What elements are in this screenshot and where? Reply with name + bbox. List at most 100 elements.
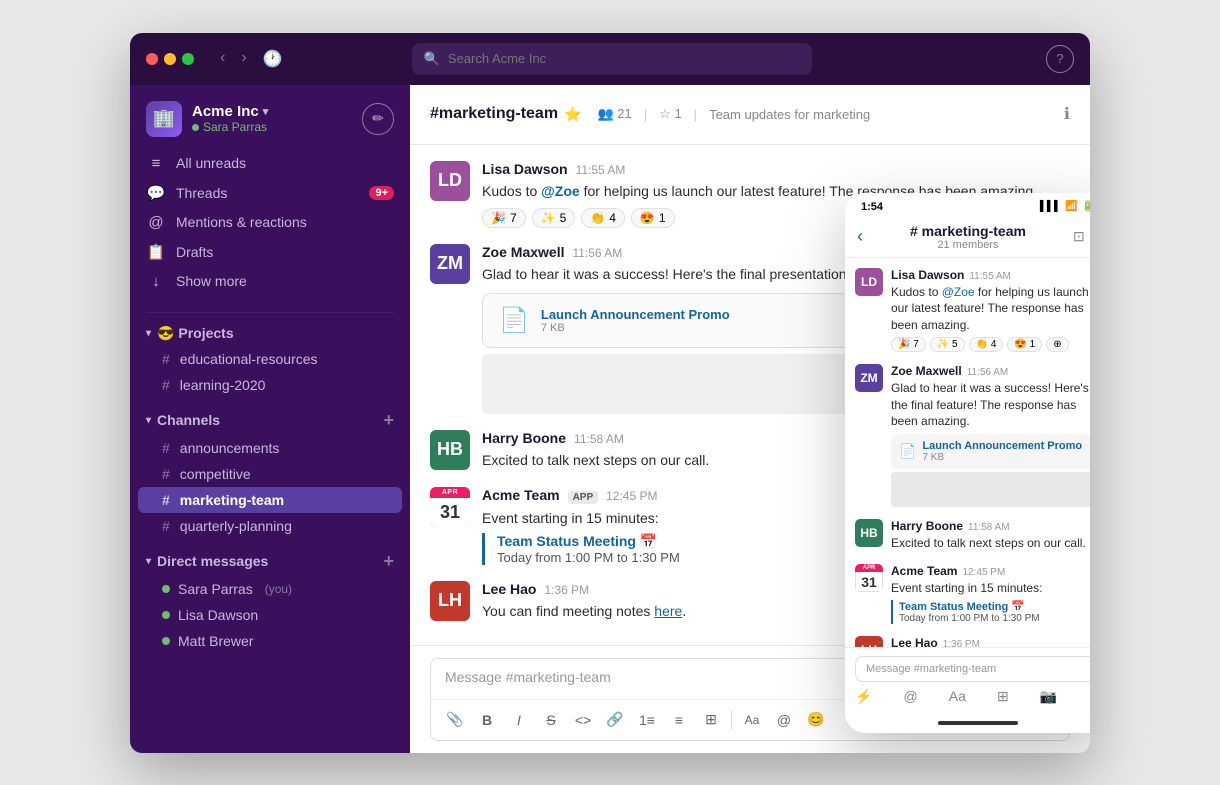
phone-msg-content: Lee Hao 1:36 PM You can find meeting not… xyxy=(891,636,1090,647)
phone-input-box[interactable]: Message #marketing-team xyxy=(855,656,1090,682)
sidebar-item-show-more[interactable]: ↓ Show more xyxy=(138,267,402,296)
dm-item-lisa[interactable]: Lisa Dawson xyxy=(138,602,402,628)
phone-home-bar xyxy=(845,713,1090,733)
dm-item-sara[interactable]: Sara Parras (you) xyxy=(138,576,402,602)
back-button[interactable]: ‹ xyxy=(214,45,231,73)
title-bar: ‹ › 🕐 🔍 ? xyxy=(130,33,1090,85)
phone-event-time: Today from 1:00 PM to 1:30 PM xyxy=(899,613,1090,624)
compose-button[interactable]: ✏ xyxy=(362,103,394,135)
star-icon[interactable]: ⭐ xyxy=(564,106,581,123)
sidebar-item-drafts[interactable]: 📋 Drafts xyxy=(138,237,402,267)
reaction-button[interactable]: 😍 1 xyxy=(631,208,675,228)
attachment-button[interactable]: 📎 xyxy=(441,706,469,734)
phone-member-count: 21 members xyxy=(871,239,1065,251)
phone-reaction[interactable]: 😍 1 xyxy=(1007,337,1042,352)
sidebar: 🏢 Acme Inc ▾ Sara Parras ✏ xyxy=(130,85,410,753)
info-button[interactable]: ℹ xyxy=(1064,104,1070,124)
phone-mention-icon[interactable]: @ xyxy=(904,688,918,704)
phone-send-icon[interactable]: ➤ xyxy=(1088,688,1090,705)
sidebar-header: 🏢 Acme Inc ▾ Sara Parras ✏ xyxy=(130,85,410,149)
ordered-list-button[interactable]: 1≡ xyxy=(633,706,661,734)
calendar-day: 31 xyxy=(430,498,470,527)
phone-event-card[interactable]: Team Status Meeting 📅 Today from 1:00 PM… xyxy=(891,600,1090,624)
emoji-button[interactable]: 😊 xyxy=(802,706,830,734)
dm-item-matt[interactable]: Matt Brewer xyxy=(138,628,402,654)
add-channel-button[interactable]: + xyxy=(383,410,394,431)
help-button[interactable]: ? xyxy=(1046,45,1074,73)
mention-button[interactable]: @ xyxy=(770,706,798,734)
phone-status-bar: 1:54 ▌▌▌ 📶 🔋 xyxy=(845,193,1090,217)
threads-icon: 💬 xyxy=(146,184,166,202)
phone-reactions: 🎉 7 ✨ 5 👏 4 😍 1 ⊕ xyxy=(891,337,1090,352)
reaction-button[interactable]: 🎉 7 xyxy=(482,208,526,228)
mention[interactable]: @Zoe xyxy=(541,183,580,199)
unordered-list-button[interactable]: ≡ xyxy=(665,706,693,734)
reaction-button[interactable]: 👏 4 xyxy=(581,208,625,228)
channels-section-header[interactable]: ▾ Channels + xyxy=(138,406,402,435)
strikethrough-button[interactable]: S xyxy=(537,706,565,734)
battery-icon: 🔋 xyxy=(1082,201,1090,212)
search-bar[interactable]: 🔍 xyxy=(412,43,812,75)
phone-camera-icon[interactable]: 📷 xyxy=(1040,688,1057,705)
code-button[interactable]: <> xyxy=(569,706,597,734)
app-tag: APP xyxy=(568,491,599,504)
phone-home-indicator xyxy=(938,721,1018,725)
channel-item-announcements[interactable]: # announcements xyxy=(138,435,402,461)
toolbar-separator xyxy=(731,710,732,730)
forward-button[interactable]: › xyxy=(235,45,252,73)
close-button[interactable] xyxy=(146,53,158,65)
link-button[interactable]: 🔗 xyxy=(601,706,629,734)
sidebar-item-all-unreads[interactable]: ≡ All unreads xyxy=(138,149,402,178)
phone-message-row: ZM Zoe Maxwell 11:56 AM Glad to hear it … xyxy=(855,364,1090,507)
hash-icon: # xyxy=(162,377,170,393)
channels-section: ▾ Channels + # announcements # competiti… xyxy=(130,406,410,539)
phone-message-row: LD Lisa Dawson 11:55 AM Kudos to @Zoe fo… xyxy=(855,268,1090,352)
phone-msg-author: Lisa Dawson xyxy=(891,268,964,282)
message-author: Harry Boone xyxy=(482,430,566,446)
star-count: ☆ 1 xyxy=(659,106,682,122)
phone-reaction[interactable]: 👏 4 xyxy=(969,337,1004,352)
phone-video-icon[interactable]: ⊡ xyxy=(1073,228,1085,245)
message-time: 11:56 AM xyxy=(572,246,622,260)
phone-back-button[interactable]: ‹ xyxy=(857,226,863,247)
avatar: HB xyxy=(430,430,470,470)
italic-button[interactable]: I xyxy=(505,706,533,734)
phone-msg-time: 11:56 AM xyxy=(967,367,1009,378)
dm-section-header[interactable]: ▾ Direct messages + xyxy=(138,547,402,576)
sidebar-item-threads[interactable]: 💬 Threads 9+ xyxy=(138,178,402,208)
channel-item-quarterly-planning[interactable]: # quarterly-planning xyxy=(138,513,402,539)
quote-button[interactable]: ⊞ xyxy=(697,706,725,734)
link[interactable]: here xyxy=(654,603,682,619)
phone-reaction[interactable]: 🎉 7 xyxy=(891,337,926,352)
add-dm-button[interactable]: + xyxy=(383,551,394,572)
file-attachment[interactable]: 📄 Launch Announcement Promo 7 KB xyxy=(482,293,882,348)
sidebar-item-mentions[interactable]: @ Mentions & reactions xyxy=(138,208,402,237)
channel-item-competitive[interactable]: # competitive xyxy=(138,461,402,487)
phone-msg-text: Kudos to @Zoe for helping us launch our … xyxy=(891,284,1090,334)
message-author: Lisa Dawson xyxy=(482,161,568,177)
search-input[interactable] xyxy=(448,51,800,66)
phone-plus-icon[interactable]: ⊞ xyxy=(997,688,1009,705)
channel-item-educational-resources[interactable]: # educational-resources xyxy=(138,346,402,372)
phone-attachment[interactable]: 📄 Launch Announcement Promo 7 KB xyxy=(891,434,1090,469)
phone-reaction[interactable]: ⊕ xyxy=(1046,337,1068,352)
phone-cal-day: 31 xyxy=(855,572,883,592)
phone-reaction[interactable]: ✨ 5 xyxy=(930,337,965,352)
bold-button[interactable]: B xyxy=(473,706,501,734)
phone-msg-content: Zoe Maxwell 11:56 AM Glad to hear it was… xyxy=(891,364,1090,507)
channel-item-marketing-team[interactable]: # marketing-team xyxy=(138,487,402,513)
phone-lightning-icon[interactable]: ⚡ xyxy=(855,688,872,705)
maximize-button[interactable] xyxy=(182,53,194,65)
projects-section-header[interactable]: ▾ 😎 Projects xyxy=(138,321,402,346)
reaction-button[interactable]: ✨ 5 xyxy=(532,208,576,228)
phone-msg-author: Zoe Maxwell xyxy=(891,364,962,378)
phone-message-row: HB Harry Boone 11:58 AM Excited to talk … xyxy=(855,519,1090,552)
phone-messages: LD Lisa Dawson 11:55 AM Kudos to @Zoe fo… xyxy=(845,258,1090,647)
workspace-name[interactable]: Acme Inc ▾ xyxy=(192,103,268,120)
channel-item-learning-2020[interactable]: # learning-2020 xyxy=(138,372,402,398)
history-button[interactable]: 🕐 xyxy=(257,45,289,73)
phone-text-icon[interactable]: Aa xyxy=(949,688,966,704)
minimize-button[interactable] xyxy=(164,53,176,65)
workspace-avatar: 🏢 xyxy=(146,101,182,137)
text-format-button[interactable]: Aa xyxy=(738,706,766,734)
